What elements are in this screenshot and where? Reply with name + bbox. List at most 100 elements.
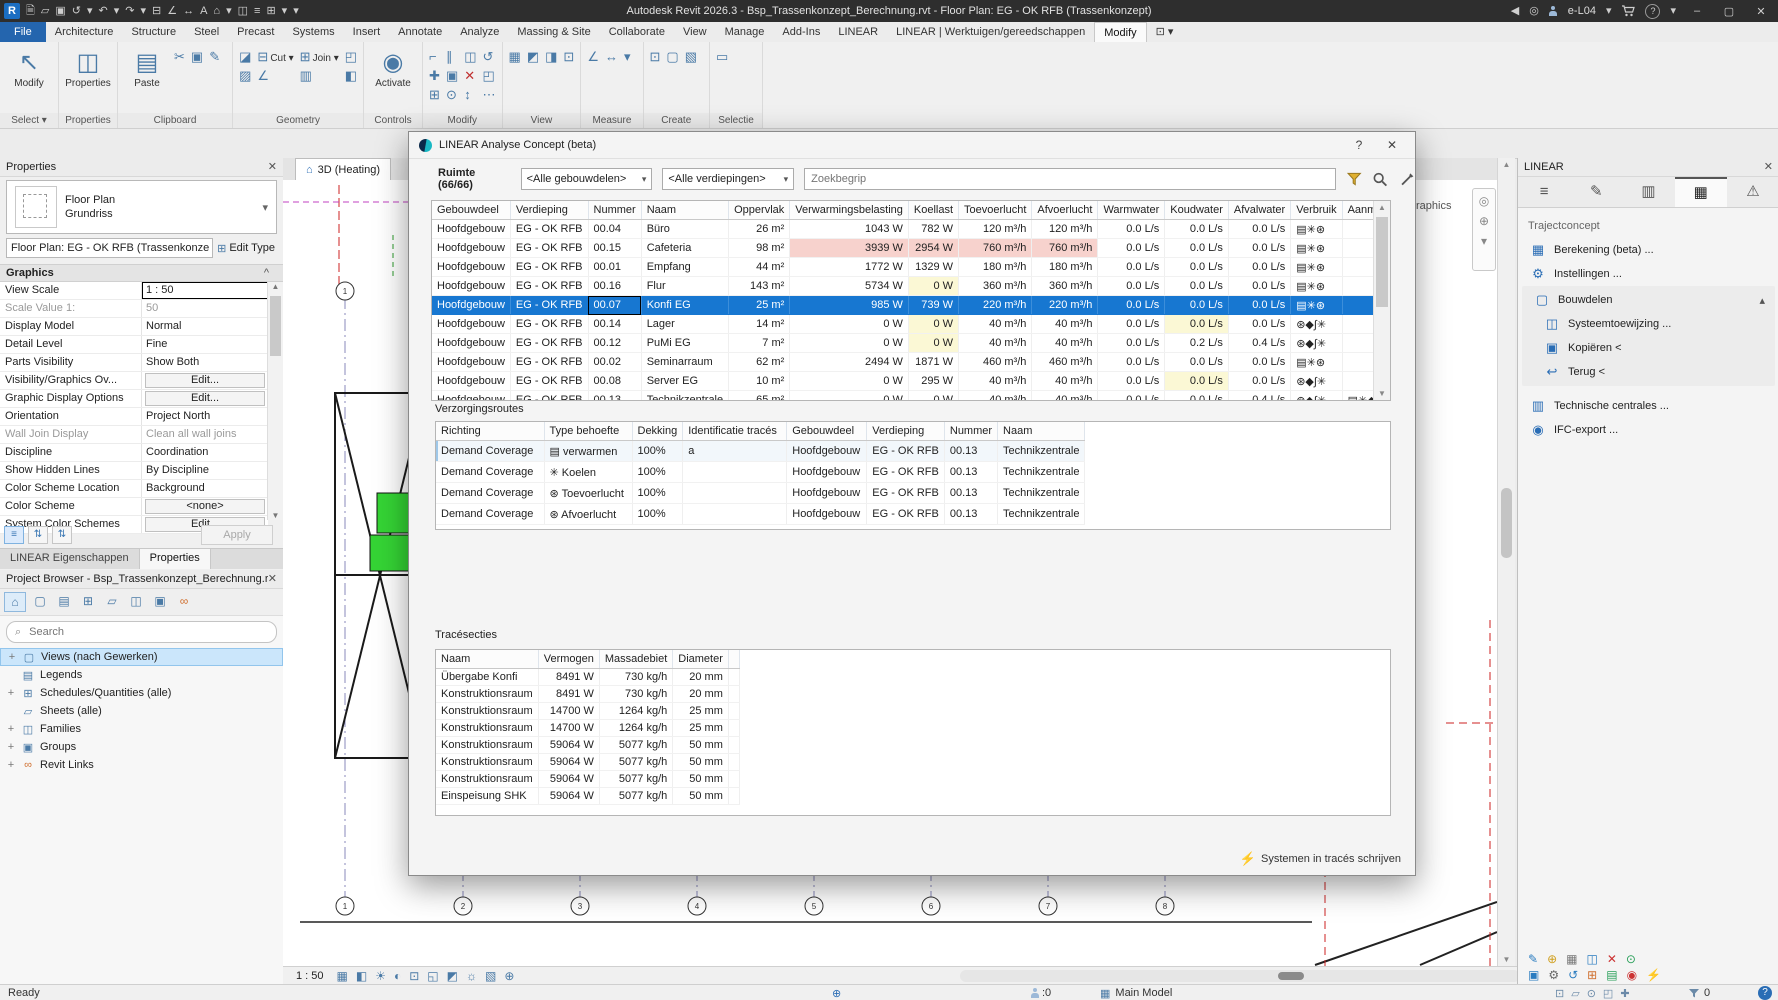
- rotate-icon[interactable]: ↺: [483, 49, 496, 65]
- cell[interactable]: 0.0 L/s: [1165, 220, 1229, 239]
- cell[interactable]: Konfi EG: [641, 296, 728, 315]
- table-row[interactable]: Einspeisung SHK59064 W5077 kg/h50 mm: [436, 788, 739, 805]
- cell[interactable]: EG - OK RFB: [510, 334, 588, 353]
- cell[interactable]: Konstruktionsraum: [436, 703, 538, 720]
- cell[interactable]: Konstruktionsraum: [436, 754, 538, 771]
- cell[interactable]: 1264 kg/h: [599, 720, 672, 737]
- table-row[interactable]: HoofdgebouwEG - OK RFB00.04Büro26 m²1043…: [432, 220, 1373, 239]
- property-value[interactable]: <none>: [145, 499, 265, 514]
- cell[interactable]: 00.14: [588, 315, 641, 334]
- cell[interactable]: 0.0 L/s: [1098, 391, 1165, 401]
- cell[interactable]: [1342, 353, 1373, 372]
- linear-tool-icon[interactable]: ✎: [1528, 952, 1538, 966]
- instance-selector[interactable]: Floor Plan: EG - OK RFB (Trassenkonze ▾: [6, 238, 213, 258]
- column-header[interactable]: Vermogen: [538, 650, 599, 669]
- default-3d-view-icon[interactable]: ⌂: [213, 0, 220, 22]
- text-icon[interactable]: A: [200, 0, 207, 22]
- cell[interactable]: 62 m²: [729, 353, 790, 372]
- property-value[interactable]: 1 : 50: [142, 282, 268, 299]
- linear-tool-icon[interactable]: ⚡: [1646, 968, 1661, 982]
- cell[interactable]: 730 kg/h: [599, 669, 672, 686]
- linear-tab-menu[interactable]: ≡: [1518, 177, 1570, 207]
- ribbon-tab-file[interactable]: File: [0, 22, 46, 42]
- cell[interactable]: 5077 kg/h: [599, 754, 672, 771]
- cell[interactable]: 0.0 L/s: [1165, 239, 1229, 258]
- browser-item-families[interactable]: +◫Families: [0, 720, 283, 738]
- column-header[interactable]: Nummer: [588, 201, 641, 220]
- cell[interactable]: Hoofdgebouw: [787, 504, 867, 525]
- dialog-search-input[interactable]: [804, 168, 1336, 190]
- ifc-export-item[interactable]: ◉IFC-export ...: [1518, 418, 1778, 442]
- cell[interactable]: EG - OK RFB: [867, 483, 945, 504]
- cell[interactable]: Hoofdgebouw: [432, 353, 510, 372]
- cell[interactable]: 14700 W: [538, 703, 599, 720]
- cell[interactable]: ▤✳⊛: [1291, 296, 1342, 315]
- cell[interactable]: 59064 W: [538, 771, 599, 788]
- cell[interactable]: [1342, 315, 1373, 334]
- cell[interactable]: 20 mm: [673, 669, 729, 686]
- cell[interactable]: 100%: [632, 441, 683, 462]
- cell[interactable]: Hoofdgebouw: [432, 372, 510, 391]
- scale-icon[interactable]: ↕: [464, 87, 476, 103]
- linear-tool-icon[interactable]: ▦: [1566, 952, 1577, 966]
- design-option-label[interactable]: Main Model: [1115, 987, 1172, 999]
- table-row[interactable]: Konstruktionsraum59064 W5077 kg/h50 mm: [436, 771, 739, 788]
- cell[interactable]: 0.0 L/s: [1228, 239, 1290, 258]
- cell[interactable]: 5734 W: [790, 277, 909, 296]
- property-value[interactable]: Edit...: [145, 391, 265, 406]
- crop-view-icon[interactable]: ⊡: [409, 969, 419, 983]
- linear-close-icon[interactable]: ✕: [1764, 158, 1773, 176]
- instellingen-item[interactable]: ⚙Instellingen ...: [1518, 262, 1778, 286]
- terug-item[interactable]: ↩Terug <: [1522, 360, 1775, 384]
- measure-between-icon[interactable]: ∠: [587, 49, 599, 65]
- linear-tab-calculation[interactable]: ▦: [1675, 177, 1727, 207]
- cell[interactable]: 0.0 L/s: [1098, 239, 1165, 258]
- column-header[interactable]: Koudwater: [1165, 201, 1229, 220]
- cell[interactable]: ⊛◆∫✳: [1291, 315, 1342, 334]
- building-filter-select[interactable]: <Alle gebouwdelen>▾: [521, 168, 653, 190]
- search-zoom-icon[interactable]: [1372, 171, 1388, 188]
- table-row[interactable]: HoofdgebouwEG - OK RFB00.12PuMi EG7 m²0 …: [432, 334, 1373, 353]
- linear-tool-icon[interactable]: ◫: [1586, 952, 1597, 966]
- column-header[interactable]: Aanmaken: [1342, 201, 1373, 220]
- copy-to-clipboard-icon[interactable]: ▣: [191, 49, 203, 65]
- browser-schedules-icon[interactable]: ⊞: [78, 592, 98, 610]
- cell[interactable]: 00.15: [588, 239, 641, 258]
- cell[interactable]: 00.13: [588, 391, 641, 401]
- sort-default-icon[interactable]: ≡: [4, 526, 24, 544]
- array-icon[interactable]: ⊞: [429, 87, 440, 103]
- ribbon-tab-systems[interactable]: Systems: [283, 22, 343, 42]
- cell[interactable]: 00.13: [944, 504, 997, 525]
- view-tab[interactable]: ⌂ 3D (Heating): [295, 158, 391, 180]
- cell[interactable]: ⊛◆∫✳: [1291, 372, 1342, 391]
- offset-icon[interactable]: ∥: [446, 49, 458, 65]
- cell[interactable]: 100%: [632, 483, 683, 504]
- table-row[interactable]: Konstruktionsraum59064 W5077 kg/h50 mm: [436, 737, 739, 754]
- cell[interactable]: EG - OK RFB: [510, 239, 588, 258]
- cell[interactable]: Lager: [641, 315, 728, 334]
- create-similar-icon[interactable]: ▧: [685, 49, 697, 65]
- worksharing-status-icon[interactable]: ⊕: [832, 987, 841, 1000]
- column-header[interactable]: Type behoefte: [544, 422, 632, 441]
- type-selector[interactable]: Floor Plan Grundriss ▾: [6, 180, 277, 234]
- linear-tool-icon[interactable]: ▣: [1528, 968, 1539, 982]
- property-value[interactable]: Normal: [142, 318, 268, 335]
- cell[interactable]: a: [683, 441, 787, 462]
- cell[interactable]: Hoofdgebouw: [432, 334, 510, 353]
- cell[interactable]: ⊛◆∫✳: [1291, 391, 1342, 401]
- match-type-icon[interactable]: ✎: [209, 49, 220, 65]
- cell[interactable]: 00.16: [588, 277, 641, 296]
- berekening-item[interactable]: ▦Berekening (beta) ...: [1518, 238, 1778, 262]
- cell[interactable]: Hoofdgebouw: [432, 296, 510, 315]
- table-row[interactable]: HoofdgebouwEG - OK RFB00.14Lager14 m²0 W…: [432, 315, 1373, 334]
- save-icon[interactable]: ▣: [55, 0, 65, 22]
- cell[interactable]: 0 W: [790, 391, 909, 401]
- override-graphics-icon[interactable]: ◨: [545, 49, 557, 65]
- column-header[interactable]: Verdieping: [510, 201, 588, 220]
- cell[interactable]: EG - OK RFB: [510, 296, 588, 315]
- cell[interactable]: Technikzentrale: [641, 391, 728, 401]
- cell[interactable]: EG - OK RFB: [867, 504, 945, 525]
- cell[interactable]: Hoofdgebouw: [787, 441, 867, 462]
- property-value[interactable]: Project North: [142, 408, 268, 425]
- cell[interactable]: 7 m²: [729, 334, 790, 353]
